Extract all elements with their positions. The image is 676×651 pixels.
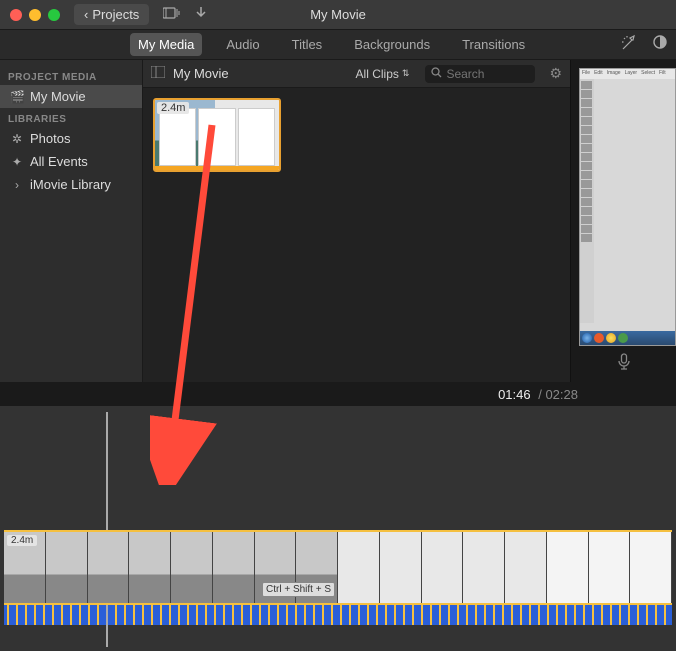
sidebar: PROJECT MEDIA 🎬 My Movie LIBRARIES ✲ Pho… <box>0 60 143 382</box>
browser-body[interactable]: 2.4m <box>143 88 570 382</box>
sidebar-item-label: My Movie <box>30 89 86 104</box>
sidebar-item-all-events[interactable]: ✦ All Events <box>0 150 142 173</box>
timeline[interactable]: 2.4m Ctrl + Shift + S <box>0 406 676 651</box>
sidebar-section-libraries: LIBRARIES <box>0 108 142 127</box>
search-field[interactable] <box>425 65 535 83</box>
tab-transitions[interactable]: Transitions <box>454 33 533 56</box>
import-media-button[interactable] <box>163 6 181 23</box>
chevron-left-icon: ‹ <box>84 7 88 22</box>
list-view-toggle-icon[interactable] <box>151 66 165 81</box>
timecode-current: 01:46 <box>498 387 531 402</box>
clip-filter-dropdown[interactable]: All Clips ⇅ <box>356 67 410 81</box>
preview-footer <box>571 346 676 382</box>
audio-waveform[interactable] <box>4 605 672 625</box>
tab-backgrounds[interactable]: Backgrounds <box>346 33 438 56</box>
timecode-total: / 02:28 <box>535 387 578 402</box>
video-track[interactable]: 2.4m Ctrl + Shift + S <box>4 530 672 605</box>
back-to-projects-button[interactable]: ‹ Projects <box>74 4 149 25</box>
browser-title: My Movie <box>173 66 229 81</box>
sidebar-section-project-media: PROJECT MEDIA <box>0 66 142 85</box>
tab-titles[interactable]: Titles <box>284 33 331 56</box>
sidebar-item-label: All Events <box>30 154 88 169</box>
photos-icon: ✲ <box>10 132 24 146</box>
tab-my-media[interactable]: My Media <box>130 33 202 56</box>
maximize-window-button[interactable] <box>48 9 60 21</box>
back-label: Projects <box>92 7 139 22</box>
timecode-display: 01:46 / 02:28 <box>0 382 676 406</box>
keyboard-shortcut-hint: Ctrl + Shift + S <box>262 582 335 597</box>
media-browser: My Movie All Clips ⇅ ⚙ <box>143 60 570 382</box>
star-icon: ✦ <box>10 155 24 169</box>
clip-used-indicator <box>155 166 279 170</box>
microphone-icon[interactable] <box>617 353 631 376</box>
media-clip-thumbnail[interactable]: 2.4m <box>153 98 281 172</box>
window-controls <box>10 9 60 21</box>
preview-taskbar <box>580 331 675 345</box>
titlebar: ‹ Projects My Movie <box>0 0 676 30</box>
sidebar-item-label: iMovie Library <box>30 177 111 192</box>
disclosure-icon: › <box>10 178 24 192</box>
color-balance-icon[interactable] <box>652 34 668 56</box>
download-icon[interactable] <box>195 6 207 23</box>
updown-icon: ⇅ <box>402 69 410 78</box>
close-window-button[interactable] <box>10 9 22 21</box>
browser-header: My Movie All Clips ⇅ ⚙ <box>143 60 570 88</box>
sidebar-item-photos[interactable]: ✲ Photos <box>0 127 142 150</box>
timeline-clip-duration: 2.4m <box>7 535 37 546</box>
filter-label: All Clips <box>356 67 399 81</box>
sidebar-item-label: Photos <box>30 131 70 146</box>
media-tabs: My Media Audio Titles Backgrounds Transi… <box>0 30 676 60</box>
search-icon <box>431 67 442 81</box>
preview-menu-bar: FileEditImageLayerSelectFilt <box>580 69 675 79</box>
preview-tool-palette <box>580 79 594 323</box>
window-title: My Movie <box>310 7 366 22</box>
tab-audio[interactable]: Audio <box>218 33 267 56</box>
preview-panel: FileEditImageLayerSelectFilt <box>570 60 676 382</box>
clapper-icon: 🎬 <box>10 90 24 104</box>
clip-duration-badge: 2.4m <box>157 102 189 114</box>
preview-viewport[interactable]: FileEditImageLayerSelectFilt <box>579 68 676 346</box>
enhance-wand-icon[interactable] <box>620 34 638 56</box>
sidebar-item-imovie-library[interactable]: › iMovie Library <box>0 173 142 196</box>
main-content: PROJECT MEDIA 🎬 My Movie LIBRARIES ✲ Pho… <box>0 60 676 382</box>
sidebar-item-project[interactable]: 🎬 My Movie <box>0 85 142 108</box>
minimize-window-button[interactable] <box>29 9 41 21</box>
gear-icon[interactable]: ⚙ <box>549 65 562 82</box>
search-input[interactable] <box>446 67 526 81</box>
